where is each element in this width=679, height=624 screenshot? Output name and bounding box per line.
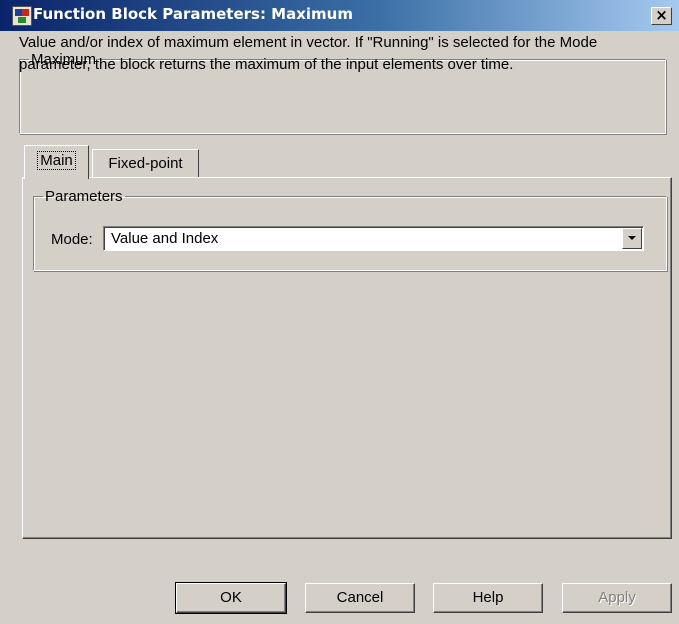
mode-selected-value: Value and Index — [111, 230, 219, 247]
chevron-down-icon[interactable] — [622, 228, 642, 249]
tab-main-label: Main — [37, 151, 76, 170]
parameters-group-label: Parameters — [45, 188, 123, 205]
help-button[interactable]: Help — [433, 583, 543, 613]
ok-button[interactable]: OK — [175, 582, 287, 614]
block-description: Value and/or index of maximum element in… — [19, 34, 598, 73]
tab-main[interactable]: Main — [24, 145, 89, 179]
cancel-button[interactable]: Cancel — [305, 583, 415, 613]
title-bar[interactable]: Function Block Parameters: Maximum × — [0, 0, 679, 31]
tab-fixed-point-label: Fixed-point — [108, 155, 183, 172]
simulink-app-icon — [12, 6, 32, 26]
tab-fixed-point[interactable]: Fixed-point — [92, 149, 199, 177]
window-title: Function Block Parameters: Maximum — [33, 5, 353, 23]
mode-label: Mode: — [51, 231, 93, 248]
mode-dropdown[interactable]: Value and Index — [103, 226, 644, 251]
apply-button: Apply — [562, 583, 672, 613]
close-icon[interactable]: × — [651, 7, 672, 25]
